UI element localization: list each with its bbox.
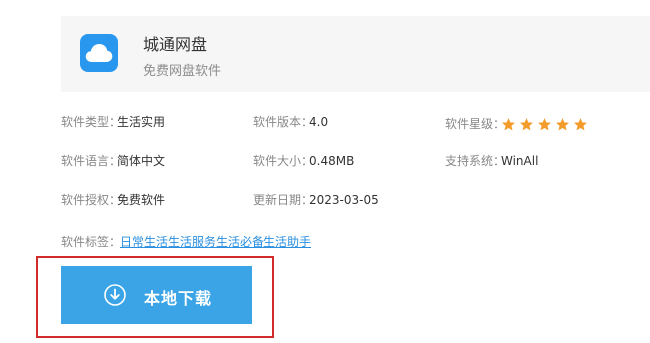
tag-link[interactable]: 生活必备 (216, 233, 264, 250)
app-name: 城通网盘 (143, 35, 208, 54)
license-label: 软件授权： (61, 193, 122, 207)
star-icon (538, 118, 551, 131)
size-label: 软件大小： (253, 154, 314, 168)
rating-stars (501, 117, 588, 132)
system-value: WinAll (501, 154, 539, 168)
star-icon (502, 118, 515, 131)
app-header-card: 城通网盘 免费网盘软件 (61, 16, 650, 92)
type-value: 生活实用 (117, 115, 166, 129)
tag-link[interactable]: 日常生活 (120, 233, 168, 250)
license-value: 免费软件 (117, 193, 166, 207)
tags-label: 软件标签： (61, 235, 122, 249)
size-value: 0.48MB (309, 154, 355, 168)
date-label: 更新日期： (253, 193, 314, 207)
app-subtitle: 免费网盘软件 (143, 64, 222, 79)
version-label: 软件版本： (253, 115, 314, 129)
version-value: 4.0 (309, 115, 329, 129)
tag-link[interactable]: 生活服务 (168, 233, 216, 250)
language-value: 简体中文 (117, 154, 166, 168)
star-icon (556, 118, 569, 131)
star-icon (574, 118, 587, 131)
date-value: 2023-03-05 (309, 193, 379, 207)
system-label: 支持系统： (445, 154, 506, 168)
local-download-button[interactable]: 本地下载 (61, 266, 252, 324)
tag-link[interactable]: 生活助手 (263, 233, 311, 250)
star-icon (520, 118, 533, 131)
rating-label: 软件星级： (445, 117, 506, 131)
language-label: 软件语言： (61, 154, 122, 168)
download-label: 本地下载 (144, 289, 213, 308)
download-arrow-icon (104, 284, 126, 306)
cloud-icon (80, 34, 118, 72)
type-label: 软件类型： (61, 115, 122, 129)
